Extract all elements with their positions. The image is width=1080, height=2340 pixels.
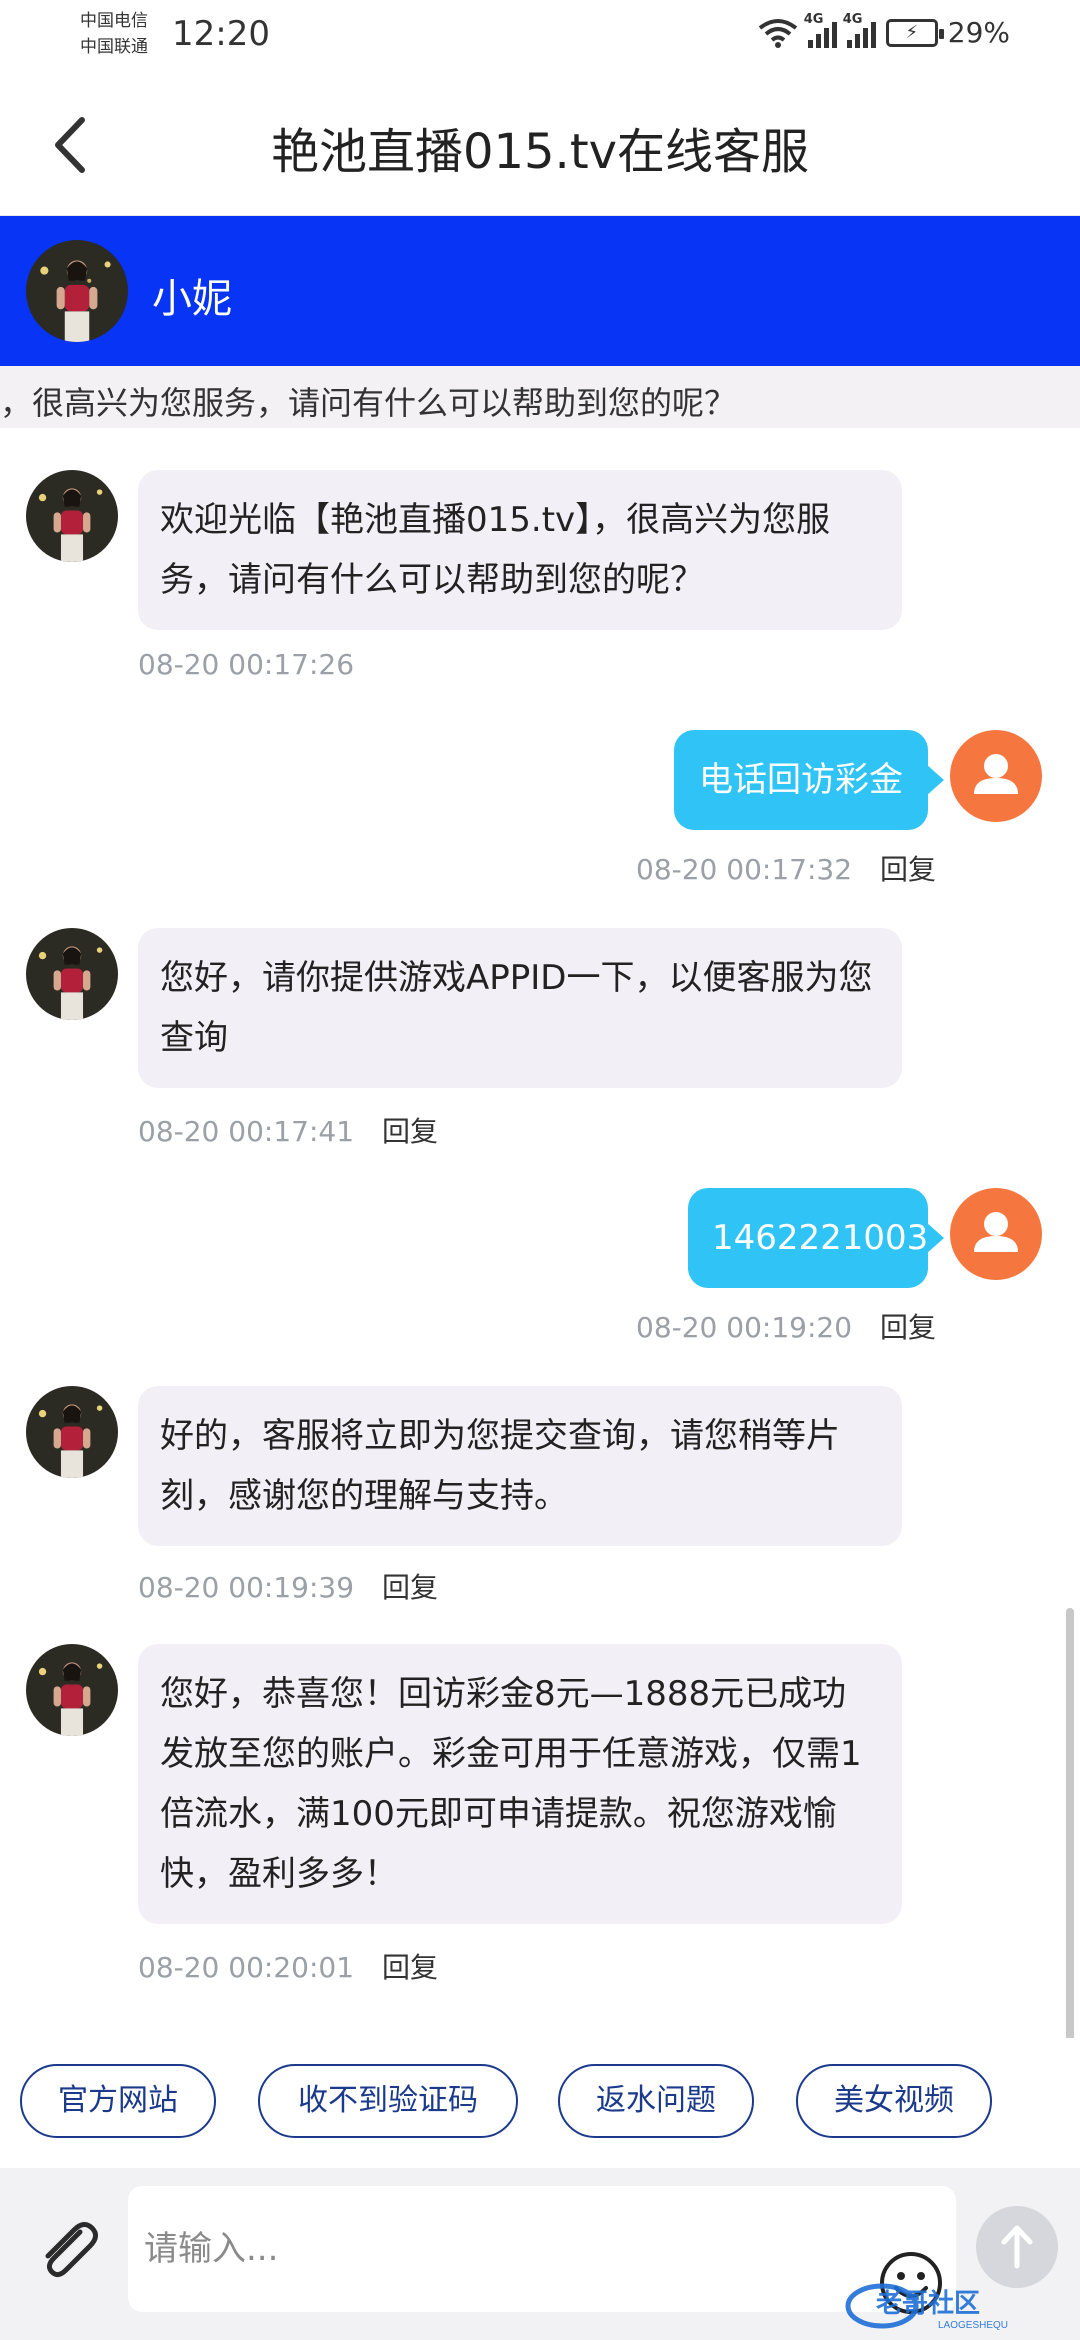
- notice-marquee: ，很高兴为您服务，请问有什么可以帮助到您的呢？: [0, 366, 1080, 428]
- clock: 12:20: [172, 14, 270, 54]
- reply-link[interactable]: 回复: [382, 1115, 438, 1148]
- quick-reply-video[interactable]: 美女视频: [796, 2064, 992, 2138]
- message-time: 08-20 00:20:01: [138, 1951, 355, 1984]
- wifi-icon: [758, 18, 797, 48]
- agent-message-avatar: [26, 470, 118, 562]
- user-icon: [974, 754, 1018, 794]
- reply-link[interactable]: 回复: [382, 1951, 438, 1984]
- agent-message-avatar: [26, 1386, 118, 1478]
- agent-photo-icon: [26, 240, 128, 342]
- quick-reply-bar: 官方网站 收不到验证码 返水问题 美女视频: [0, 2038, 1080, 2168]
- app-root: 中国电信 中国联通 12:20 4G 4G ⚡ 29% 艳池直播015.tv在线…: [0, 0, 1080, 2340]
- carrier-1: 中国电信: [80, 11, 148, 31]
- agent-photo-icon: [26, 928, 118, 1020]
- signal-icon-1: 4G: [804, 12, 837, 48]
- agent-avatar[interactable]: [26, 240, 128, 342]
- signal-tag-1: 4G: [803, 11, 824, 27]
- marquee-text: ，很高兴为您服务，请问有什么可以帮助到您的呢？: [0, 384, 737, 422]
- signal-tag-2: 4G: [842, 11, 863, 27]
- agent-message-bubble: 好的，客服将立即为您提交查询，请您稍等片刻，感谢您的理解与支持。: [138, 1386, 902, 1546]
- reply-link[interactable]: 回复: [880, 1311, 936, 1344]
- message-meta: 08-20 00:19:39 回复: [138, 1566, 438, 1606]
- message-meta: 08-20 00:17:32 回复: [636, 848, 936, 888]
- message-input[interactable]: [128, 2186, 956, 2312]
- user-icon: [974, 1212, 1018, 1252]
- message-time: 08-20 00:17:26: [138, 648, 355, 681]
- user-message-bubble: 电话回访彩金: [674, 730, 944, 830]
- message-meta: 08-20 00:17:41 回复: [138, 1110, 438, 1150]
- reply-link[interactable]: 回复: [880, 853, 936, 886]
- title-bar: 艳池直播015.tv在线客服: [0, 72, 1080, 216]
- user-message-bubble: 1462221003: [688, 1188, 944, 1288]
- reply-link[interactable]: 回复: [382, 1571, 438, 1604]
- carrier-labels: 中国电信 中国联通: [80, 8, 148, 60]
- message-time: 08-20 00:19:39: [138, 1571, 355, 1604]
- watermark-logo: 老哥社区 LAOGESHEQU: [845, 2283, 1008, 2331]
- agent-message-bubble: 您好，请你提供游戏APPID一下，以便客服为您查询: [138, 928, 902, 1088]
- agent-message-bubble: 您好，恭喜您！回访彩金8元—1888元已成功发放至您的账户。彩金可用于任意游戏，…: [138, 1644, 902, 1924]
- quick-reply-official-site[interactable]: 官方网站: [20, 2064, 216, 2138]
- agent-message-avatar: [26, 928, 118, 1020]
- message-meta: 08-20 00:17:26: [138, 648, 354, 681]
- user-avatar: [950, 730, 1042, 822]
- paperclip-icon[interactable]: [30, 2214, 102, 2286]
- watermark-text: 老哥社区: [876, 2288, 980, 2318]
- message-time: 08-20 00:19:20: [636, 1311, 853, 1344]
- agent-message-avatar: [26, 1644, 118, 1736]
- agent-name: 小妮: [152, 276, 232, 322]
- message-meta: 08-20 00:19:20 回复: [636, 1306, 936, 1346]
- agent-photo-icon: [26, 1644, 118, 1736]
- quick-reply-rebate-issue[interactable]: 返水问题: [558, 2064, 754, 2138]
- user-avatar: [950, 1188, 1042, 1280]
- page-title: 艳池直播015.tv在线客服: [270, 124, 810, 180]
- signal-icon-2: 4G: [843, 12, 876, 48]
- chat-area[interactable]: 欢迎光临【艳池直播015.tv】，很高兴为您服务，请问有什么可以帮助到您的呢？ …: [0, 428, 1080, 2340]
- carrier-2: 中国联通: [80, 37, 148, 57]
- message-time: 08-20 00:17:32: [636, 853, 853, 886]
- agent-photo-icon: [26, 1386, 118, 1478]
- quick-reply-no-verification-code[interactable]: 收不到验证码: [258, 2064, 518, 2138]
- status-bar: 中国电信 中国联通 12:20 4G 4G ⚡ 29%: [0, 0, 1080, 72]
- battery-icon: ⚡: [885, 18, 944, 47]
- watermark-subtext: LAOGESHEQU: [938, 2320, 1008, 2331]
- message-time: 08-20 00:17:41: [138, 1115, 355, 1148]
- status-icons: 4G 4G ⚡ 29%: [758, 12, 1010, 49]
- agent-header: 小妮: [0, 216, 1080, 366]
- agent-message-bubble: 欢迎光临【艳池直播015.tv】，很高兴为您服务，请问有什么可以帮助到您的呢？: [138, 470, 902, 630]
- message-meta: 08-20 00:20:01 回复: [138, 1946, 438, 1986]
- agent-photo-icon: [26, 470, 118, 562]
- battery-percent: 29%: [947, 16, 1010, 49]
